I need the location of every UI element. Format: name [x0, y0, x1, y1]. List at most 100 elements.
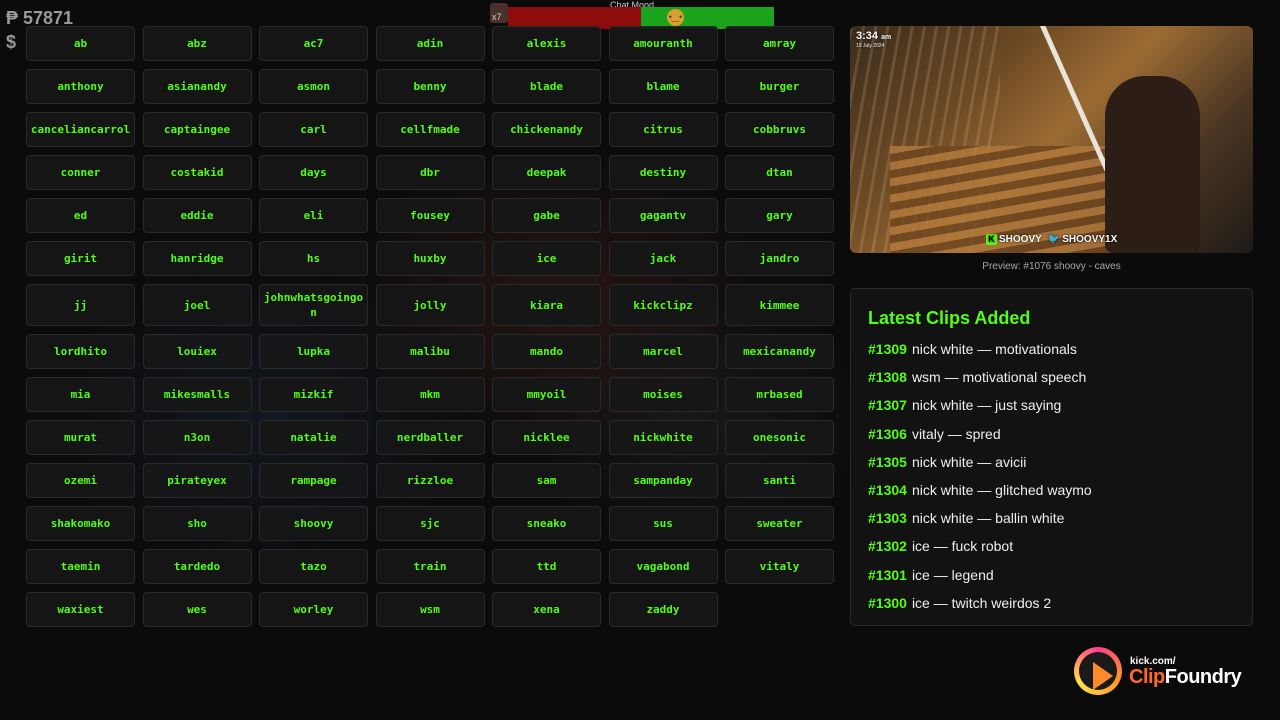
streamer-button[interactable]: mia [26, 377, 135, 412]
streamer-button[interactable]: murat [26, 420, 135, 455]
streamer-button[interactable]: canceliancarrol [26, 112, 135, 147]
streamer-button[interactable]: adin [375, 26, 485, 61]
streamer-button[interactable]: sjc [375, 506, 485, 541]
streamer-button[interactable]: onesonic [725, 420, 834, 455]
streamer-button[interactable]: nerdballer [375, 420, 485, 455]
streamer-button[interactable]: gagantv [608, 198, 718, 233]
streamer-button[interactable]: louiex [142, 334, 252, 369]
streamer-button[interactable]: asianandy [142, 69, 252, 104]
streamer-button[interactable]: tardedo [142, 549, 252, 584]
streamer-button[interactable]: natalie [259, 420, 368, 455]
streamer-button[interactable]: nickwhite [608, 420, 718, 455]
streamer-button[interactable]: jj [26, 284, 135, 326]
streamer-button[interactable]: vitaly [725, 549, 834, 584]
streamer-button[interactable]: mrbased [725, 377, 834, 412]
streamer-button[interactable]: mexicanandy [725, 334, 834, 369]
streamer-button[interactable]: vagabond [608, 549, 718, 584]
streamer-button[interactable]: zaddy [608, 592, 718, 627]
streamer-button[interactable]: ed [26, 198, 135, 233]
streamer-button[interactable]: sampanday [608, 463, 718, 498]
streamer-button[interactable]: sweater [725, 506, 834, 541]
streamer-button[interactable]: cobbruvs [725, 112, 834, 147]
streamer-button[interactable]: ice [492, 241, 601, 276]
streamer-button[interactable]: fousey [375, 198, 485, 233]
streamer-button[interactable]: eli [259, 198, 368, 233]
streamer-button[interactable]: kickclipz [608, 284, 718, 326]
streamer-button[interactable]: days [259, 155, 368, 190]
streamer-button[interactable]: taemin [26, 549, 135, 584]
streamer-button[interactable]: nicklee [492, 420, 601, 455]
streamer-button[interactable]: eddie [142, 198, 252, 233]
streamer-button[interactable]: sho [142, 506, 252, 541]
streamer-button[interactable]: burger [725, 69, 834, 104]
streamer-button[interactable]: benny [375, 69, 485, 104]
streamer-button[interactable]: ac7 [259, 26, 368, 61]
streamer-button[interactable]: mikesmalls [142, 377, 252, 412]
streamer-button[interactable]: abz [142, 26, 252, 61]
streamer-button[interactable]: train [375, 549, 485, 584]
streamer-button[interactable]: blade [492, 69, 601, 104]
streamer-button[interactable]: conner [26, 155, 135, 190]
streamer-button[interactable]: rampage [259, 463, 368, 498]
streamer-button[interactable]: tazo [259, 549, 368, 584]
streamer-button[interactable]: kimmee [725, 284, 834, 326]
streamer-button[interactable]: ozemi [26, 463, 135, 498]
streamer-button[interactable]: ab [26, 26, 135, 61]
streamer-button[interactable]: moises [608, 377, 718, 412]
streamer-button[interactable]: anthony [26, 69, 135, 104]
streamer-button[interactable]: malibu [375, 334, 485, 369]
streamer-button[interactable]: lupka [259, 334, 368, 369]
streamer-button[interactable]: worley [259, 592, 368, 627]
streamer-button[interactable]: captaingee [142, 112, 252, 147]
streamer-button[interactable]: jolly [375, 284, 485, 326]
streamer-button[interactable]: hs [259, 241, 368, 276]
streamer-button[interactable]: jack [608, 241, 718, 276]
streamer-button[interactable]: destiny [608, 155, 718, 190]
streamer-button[interactable]: gabe [492, 198, 601, 233]
streamer-button[interactable]: alexis [492, 26, 601, 61]
streamer-button[interactable]: cellfmade [375, 112, 485, 147]
streamer-button[interactable]: jandro [725, 241, 834, 276]
streamer-button[interactable]: huxby [375, 241, 485, 276]
streamer-button[interactable]: xena [492, 592, 601, 627]
streamer-button[interactable]: blame [608, 69, 718, 104]
streamer-button[interactable]: mkm [375, 377, 485, 412]
streamer-button[interactable]: wes [142, 592, 252, 627]
streamer-button[interactable]: carl [259, 112, 368, 147]
streamer-button[interactable]: joel [142, 284, 252, 326]
chat-mood-multiplier: x7 [492, 12, 502, 22]
streamer-button[interactable]: mmyoil [492, 377, 601, 412]
logo-brand-text: ClipFoundry [1129, 666, 1242, 688]
streamer-button[interactable]: rizzloe [375, 463, 485, 498]
streamer-button[interactable]: sam [492, 463, 601, 498]
streamer-button[interactable]: amouranth [608, 26, 718, 61]
clip-preview-video[interactable]: 3:34 am 19 July 2024 K SHOOVY 🐦 SHOOVY1X [850, 26, 1253, 253]
streamer-button[interactable]: lordhito [26, 334, 135, 369]
streamer-button[interactable]: dbr [375, 155, 485, 190]
streamer-button[interactable]: amray [725, 26, 834, 61]
streamer-button[interactable]: pirateyex [142, 463, 252, 498]
streamer-button[interactable]: citrus [608, 112, 718, 147]
streamer-button[interactable]: hanridge [142, 241, 252, 276]
streamer-button[interactable]: asmon [259, 69, 368, 104]
streamer-button[interactable]: marcel [608, 334, 718, 369]
streamer-button[interactable]: shakomako [26, 506, 135, 541]
streamer-button[interactable]: sneako [492, 506, 601, 541]
streamer-button[interactable]: santi [725, 463, 834, 498]
streamer-button[interactable]: kiara [492, 284, 601, 326]
streamer-button[interactable]: waxiest [26, 592, 135, 627]
streamer-button[interactable]: shoovy [259, 506, 368, 541]
streamer-button[interactable]: mizkif [259, 377, 368, 412]
streamer-button[interactable]: girit [26, 241, 135, 276]
streamer-button[interactable]: costakid [142, 155, 252, 190]
streamer-button[interactable]: sus [608, 506, 718, 541]
streamer-button[interactable]: johnwhatsgoingon [259, 284, 368, 326]
streamer-button[interactable]: wsm [375, 592, 485, 627]
streamer-button[interactable]: mando [492, 334, 601, 369]
streamer-button[interactable]: n3on [142, 420, 252, 455]
streamer-button[interactable]: ttd [492, 549, 601, 584]
streamer-button[interactable]: dtan [725, 155, 834, 190]
streamer-button[interactable]: deepak [492, 155, 601, 190]
streamer-button[interactable]: gary [725, 198, 834, 233]
streamer-button[interactable]: chickenandy [492, 112, 601, 147]
